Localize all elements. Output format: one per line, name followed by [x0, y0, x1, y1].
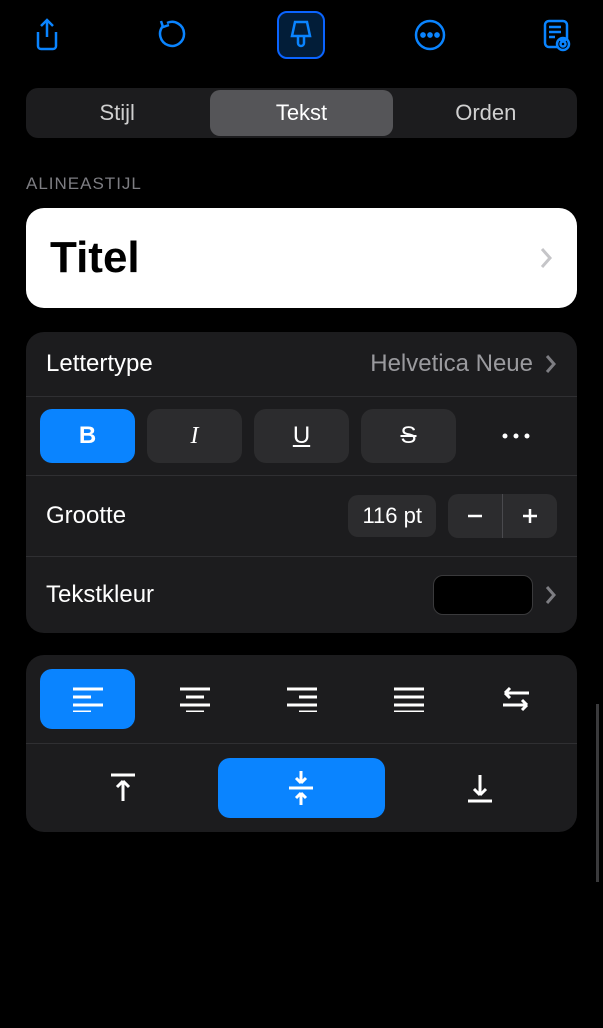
annotation-bracket [596, 704, 599, 882]
font-row[interactable]: Lettertype Helvetica Neue [26, 332, 577, 397]
align-right-button[interactable] [254, 669, 349, 729]
tab-tekst[interactable]: Tekst [210, 90, 392, 136]
font-value: Helvetica Neue [370, 350, 533, 378]
more-styles-button[interactable] [468, 409, 563, 463]
align-left-button[interactable] [40, 669, 135, 729]
format-tabs: Stijl Tekst Orden [26, 88, 577, 138]
underline-button[interactable]: U [254, 409, 349, 463]
strike-button[interactable]: S [361, 409, 456, 463]
size-increase-button[interactable] [503, 494, 557, 538]
valign-bottom-button[interactable] [397, 758, 563, 818]
tab-orden[interactable]: Orden [395, 88, 577, 138]
text-style-row: B I U S [26, 397, 577, 476]
vertical-align-row [26, 744, 577, 832]
top-toolbar [0, 0, 603, 70]
size-value[interactable]: 116 pt [348, 495, 436, 537]
size-row: Grootte 116 pt [26, 476, 577, 557]
text-color-label: Tekstkleur [46, 581, 154, 609]
more-icon[interactable] [408, 13, 452, 57]
undo-icon[interactable] [151, 13, 195, 57]
chevron-right-icon [539, 246, 553, 270]
size-stepper [448, 494, 557, 538]
text-direction-button[interactable] [468, 669, 563, 729]
chevron-right-icon [545, 354, 557, 374]
valign-top-button[interactable] [40, 758, 206, 818]
brush-icon[interactable] [277, 11, 325, 59]
italic-button[interactable]: I [147, 409, 242, 463]
alignment-group [26, 655, 577, 832]
tab-stijl[interactable]: Stijl [26, 88, 208, 138]
share-icon[interactable] [25, 13, 69, 57]
align-center-button[interactable] [147, 669, 242, 729]
presenter-icon[interactable] [534, 13, 578, 57]
align-justify-button[interactable] [361, 669, 456, 729]
size-label: Grootte [46, 502, 126, 530]
valign-middle-button[interactable] [218, 758, 384, 818]
text-color-well[interactable] [433, 575, 533, 615]
chevron-right-icon [545, 585, 557, 605]
horizontal-align-row [26, 655, 577, 744]
font-label: Lettertype [46, 350, 153, 378]
font-group: Lettertype Helvetica Neue B I U S Groott… [26, 332, 577, 633]
size-decrease-button[interactable] [448, 494, 502, 538]
text-color-row[interactable]: Tekstkleur [26, 557, 577, 633]
bold-button[interactable]: B [40, 409, 135, 463]
section-label: ALINEASTIJL [26, 174, 577, 194]
paragraph-style-value: Titel [50, 233, 140, 283]
paragraph-style-button[interactable]: Titel [26, 208, 577, 308]
